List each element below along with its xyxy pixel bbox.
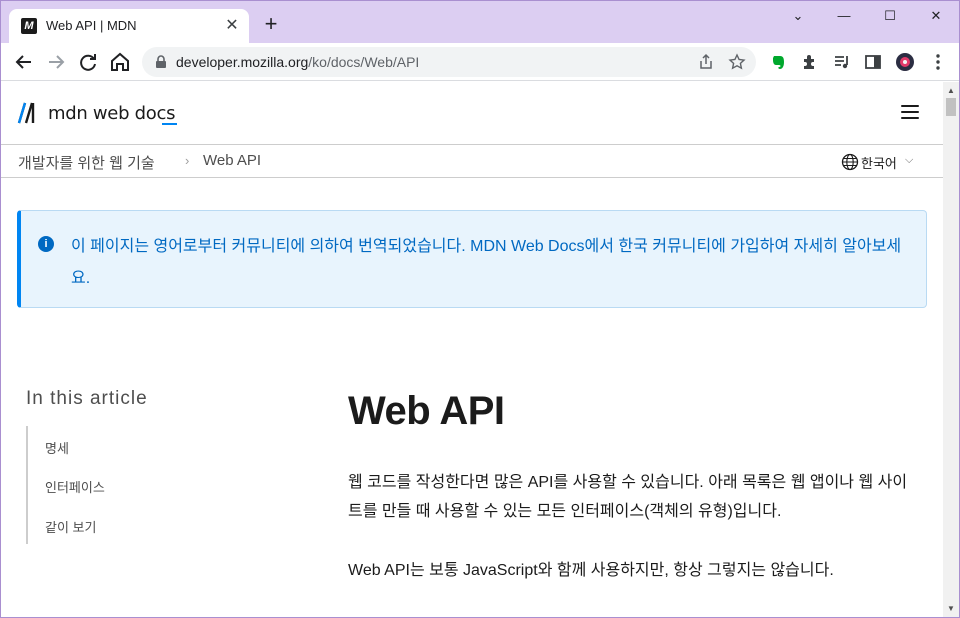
language-label: 한국어 <box>861 156 897 171</box>
mdn-logo-icon[interactable] <box>17 102 43 124</box>
url-text[interactable]: developer.mozilla.org/ko/docs/Web/API <box>176 54 419 70</box>
close-window-button[interactable]: ✕ <box>913 5 959 27</box>
toc-list: 명세 인터페이스 같이 보기 <box>26 426 176 544</box>
new-tab-button[interactable]: + <box>259 13 283 37</box>
minimize-button[interactable]: — <box>821 5 867 27</box>
usage-paragraph: Web API는 보통 JavaScript와 함께 사용하지만, 항상 그렇지… <box>348 562 834 579</box>
tab-strip: M Web API | MDN ✕ + ⌄ — ☐ ✕ <box>1 1 959 43</box>
translation-notice: i 이 페이지는 영어로부터 커뮤니티에 의하여 번역되었습니다. MDN We… <box>17 210 927 308</box>
toc-item-see-also[interactable]: 같이 보기 <box>45 517 96 536</box>
extensions-icon[interactable] <box>800 52 820 72</box>
tab-mdn[interactable]: M Web API | MDN ✕ <box>9 9 249 43</box>
reload-icon[interactable] <box>76 50 100 74</box>
scroll-thumb[interactable] <box>946 98 956 116</box>
browser-toolbar: developer.mozilla.org/ko/docs/Web/API <box>1 43 959 81</box>
breadcrumb: 개발자를 위한 웹 기술 › Web API 한국어 ⌵ <box>1 146 943 178</box>
lock-icon[interactable] <box>154 55 168 69</box>
mdn-header: mdn web docs <box>1 82 943 145</box>
share-icon[interactable] <box>697 53 715 71</box>
hamburger-icon[interactable] <box>901 105 919 121</box>
breadcrumb-item-web-api[interactable]: Web API <box>203 152 261 169</box>
page-scrollbar[interactable]: ▲ ▼ <box>943 82 959 617</box>
tab-search-button[interactable]: ⌄ <box>775 5 821 27</box>
tab-close-icon[interactable]: ✕ <box>223 17 241 35</box>
kebab-menu-icon[interactable] <box>928 52 948 72</box>
intro-paragraph: 웹 코드를 작성한다면 많은 API를 사용할 수 있습니다. 아래 목록은 웹… <box>348 474 908 520</box>
chevron-right-icon: › <box>185 153 190 168</box>
page-title: Web API <box>348 389 505 433</box>
profile-icon[interactable] <box>895 52 915 72</box>
back-icon[interactable] <box>12 50 36 74</box>
mdn-logo-text[interactable]: mdn web docs <box>48 103 175 124</box>
home-icon[interactable] <box>108 50 132 74</box>
maximize-button[interactable]: ☐ <box>867 5 913 27</box>
toc-item-specifications[interactable]: 명세 <box>45 438 69 457</box>
scroll-up-icon[interactable]: ▲ <box>947 86 955 95</box>
info-icon: i <box>38 236 54 252</box>
forward-icon[interactable] <box>44 50 68 74</box>
sidepanel-icon[interactable] <box>863 52 883 72</box>
logo-underscore <box>162 123 177 125</box>
notice-text[interactable]: 이 페이지는 영어로부터 커뮤니티에 의하여 번역되었습니다. MDN Web … <box>71 231 911 295</box>
evernote-icon[interactable] <box>768 52 788 72</box>
toc-title: In this article <box>26 388 148 409</box>
breadcrumb-item-web-tech[interactable]: 개발자를 위한 웹 기술 <box>18 152 155 173</box>
star-icon[interactable] <box>728 53 746 71</box>
scroll-down-icon[interactable]: ▼ <box>947 604 955 613</box>
chevron-down-icon: ⌵ <box>905 154 914 166</box>
media-icon[interactable] <box>832 52 852 72</box>
mdn-favicon-icon: M <box>21 18 37 34</box>
page-viewport: mdn web docs 개발자를 위한 웹 기술 › Web API 한국어 … <box>1 82 943 617</box>
toc-item-interfaces[interactable]: 인터페이스 <box>45 477 105 496</box>
globe-icon <box>841 153 859 171</box>
tab-title: Web API | MDN <box>46 18 137 33</box>
browser-window: M Web API | MDN ✕ + ⌄ — ☐ ✕ developer.mo… <box>0 0 960 618</box>
address-bar[interactable]: developer.mozilla.org/ko/docs/Web/API <box>142 47 756 77</box>
